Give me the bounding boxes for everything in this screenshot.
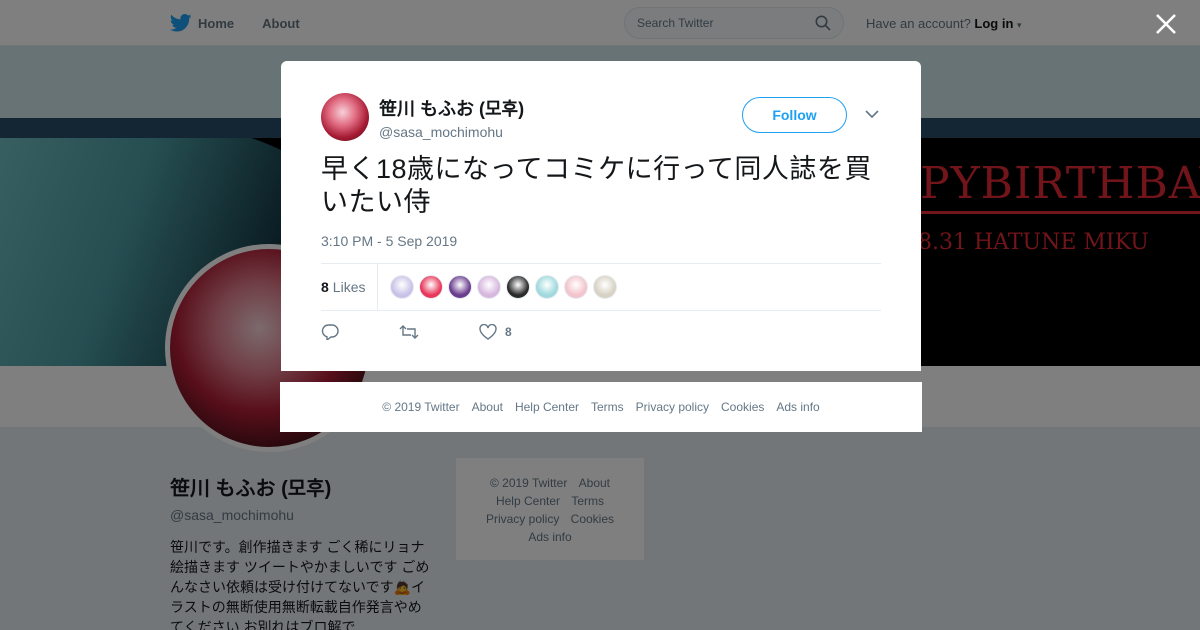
tweet-author-name[interactable]: 笹川 もふお (모후) <box>379 95 524 121</box>
liker-avatar[interactable] <box>390 275 415 299</box>
footer-terms[interactable]: Terms <box>591 400 624 414</box>
heart-icon <box>479 324 497 340</box>
footer-help-center[interactable]: Help Center <box>515 400 579 414</box>
likes-label: Likes <box>332 279 366 295</box>
liker-avatar[interactable] <box>448 275 473 299</box>
footer-copyright: © 2019 Twitter <box>382 400 460 414</box>
tweet-author[interactable]: 笹川 もふお (모후) @sasa_mochimohu <box>379 95 524 140</box>
liker-avatar[interactable] <box>419 275 444 299</box>
retweet-icon <box>399 325 419 339</box>
liker-avatar[interactable] <box>593 275 618 299</box>
chevron-down-icon[interactable] <box>865 109 879 119</box>
liker-avatar[interactable] <box>506 275 531 299</box>
likes-stat[interactable]: 8 Likes <box>321 263 379 311</box>
like-button[interactable]: 8 <box>479 324 512 340</box>
liker-avatars <box>390 275 622 299</box>
liker-avatar[interactable] <box>564 275 589 299</box>
footer-cookies[interactable]: Cookies <box>721 400 764 414</box>
tweet-modal: 笹川 もふお (모후) @sasa_mochimohu Follow 早く18歳… <box>281 61 921 371</box>
footer-privacy[interactable]: Privacy policy <box>636 400 709 414</box>
footer-about[interactable]: About <box>472 400 503 414</box>
reply-button[interactable] <box>321 324 339 340</box>
tweet-author-handle[interactable]: @sasa_mochimohu <box>379 124 524 140</box>
retweet-button[interactable] <box>399 324 419 340</box>
tweet-text: 早く18歳になってコミケに行って同人誌を買いたい侍 <box>321 154 872 217</box>
tweet-timestamp[interactable]: 3:10 PM - 5 Sep 2019 <box>321 233 881 249</box>
liker-avatar[interactable] <box>535 275 560 299</box>
modal-footer: © 2019 Twitter About Help Center Terms P… <box>280 382 922 432</box>
follow-button[interactable]: Follow <box>742 97 847 133</box>
liker-avatar[interactable] <box>477 275 502 299</box>
like-action-count: 8 <box>505 325 512 339</box>
reply-icon <box>321 324 339 340</box>
tweet-actions: 8 <box>321 311 881 353</box>
likes-count: 8 <box>321 279 329 295</box>
close-icon[interactable] <box>1154 12 1178 36</box>
footer-ads-info[interactable]: Ads info <box>776 400 819 414</box>
tweet-author-avatar[interactable] <box>321 93 369 141</box>
tweet-stats: 8 Likes <box>321 263 881 311</box>
